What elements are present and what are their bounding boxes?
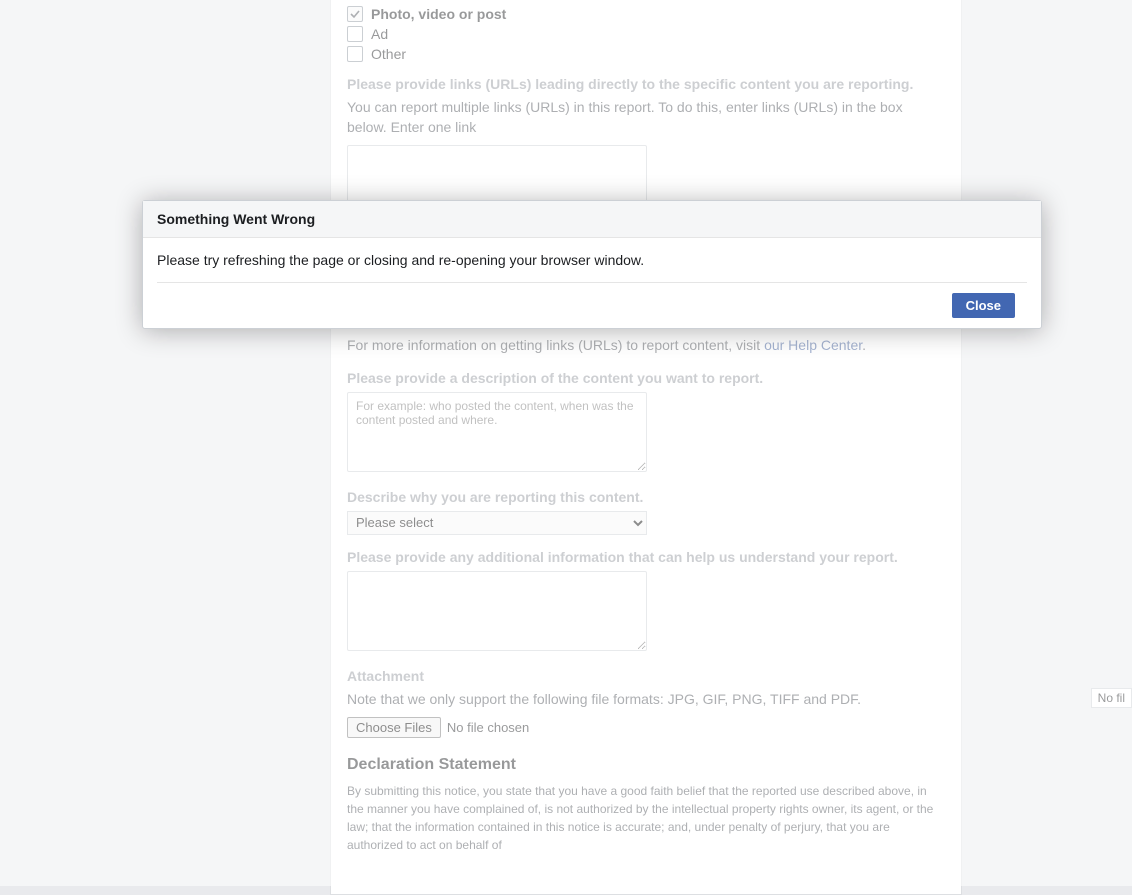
error-modal: Something Went Wrong Please try refreshi… [142,200,1042,329]
modal-footer: Close [157,282,1027,328]
modal-title: Something Went Wrong [143,201,1041,238]
close-button[interactable]: Close [952,293,1015,318]
modal-body: Please try refreshing the page or closin… [143,238,1041,282]
modal-overlay [0,0,1132,886]
